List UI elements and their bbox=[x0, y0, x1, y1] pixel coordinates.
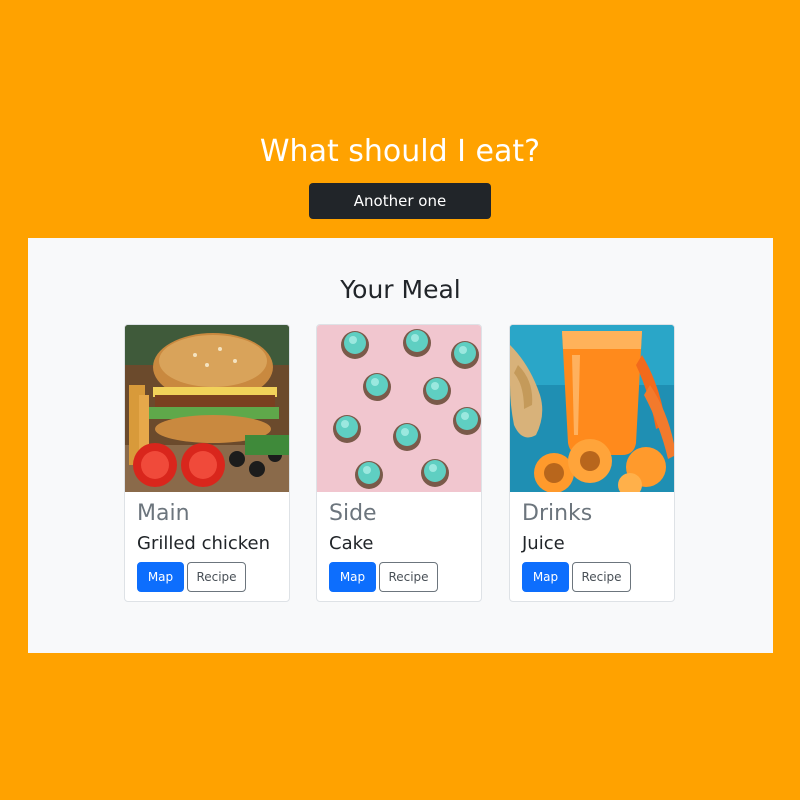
burger-image bbox=[125, 325, 289, 492]
map-button[interactable]: Map bbox=[329, 562, 376, 592]
recipe-button[interactable]: Recipe bbox=[187, 562, 246, 592]
cupcakes-image bbox=[317, 325, 481, 492]
page-title: What should I eat? bbox=[259, 134, 541, 169]
recipe-button[interactable]: Recipe bbox=[379, 562, 438, 592]
meal-title: Your Meal bbox=[340, 275, 461, 304]
meal-card-drinks: Drinks Juice Map Recipe bbox=[509, 324, 675, 602]
card-item: Grilled chicken bbox=[137, 533, 271, 554]
card-category: Drinks bbox=[522, 501, 593, 526]
another-one-button[interactable]: Another one bbox=[309, 183, 491, 219]
map-button[interactable]: Map bbox=[522, 562, 569, 592]
meal-card-main: Main Grilled chicken Map Recipe bbox=[124, 324, 290, 602]
meal-panel: Your Meal Main Grilled chicken Map Recip… bbox=[28, 238, 773, 653]
card-category: Main bbox=[137, 501, 190, 526]
meal-card-side: Side Cake Map Recipe bbox=[316, 324, 482, 602]
recipe-button[interactable]: Recipe bbox=[572, 562, 631, 592]
card-category: Side bbox=[329, 501, 377, 526]
juice-image bbox=[510, 325, 674, 492]
map-button[interactable]: Map bbox=[137, 562, 184, 592]
card-item: Juice bbox=[522, 533, 565, 554]
card-item: Cake bbox=[329, 533, 374, 554]
